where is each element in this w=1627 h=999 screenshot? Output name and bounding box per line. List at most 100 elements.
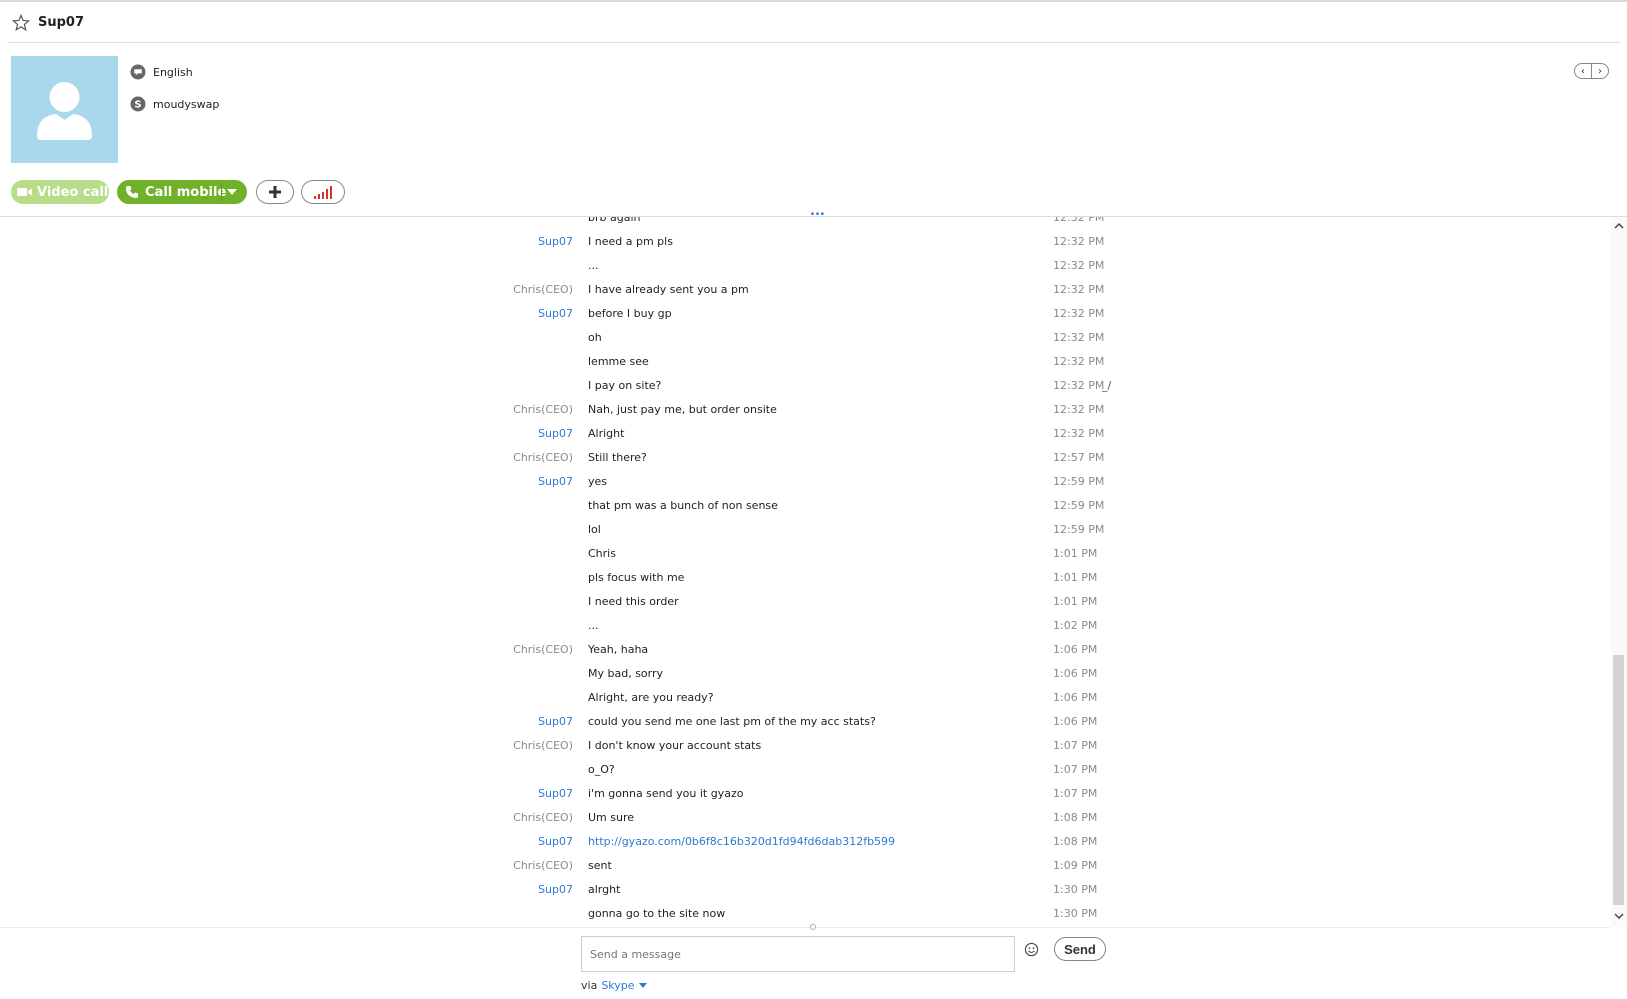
message-row: Chris 1:01 PM [0,545,1200,563]
via-network-link[interactable]: Skype [601,979,634,992]
message-sender[interactable]: Sup07 [538,473,573,491]
message-link[interactable]: http://gyazo.com/0b6f8c16b320d1fd94fd6da… [588,833,895,851]
message-timestamp: 1:08 PM [1053,811,1098,824]
message-row: Chris(CEO) Um sure 1:08 PM [0,809,1200,827]
message-text: I pay on site? [588,379,662,392]
message-timestamp: 12:59 PM [1053,499,1105,512]
message-sender[interactable]: Sup07 [538,881,573,899]
resize-handle[interactable] [810,924,816,930]
message-text: o_O? [588,763,615,776]
message-text: brb again [588,217,641,224]
message-sender[interactable]: Chris(CEO) [513,449,573,467]
message-text: Alright [588,427,625,440]
message-timestamp: 12:32 PM [1053,259,1105,272]
message-text: Alright, are you ready? [588,691,714,704]
skype-name-label: moudyswap [153,97,220,111]
video-camera-icon [17,188,32,196]
message-text: Still there? [588,451,647,464]
chevron-up-icon[interactable] [1613,220,1625,232]
header-divider [7,42,1620,43]
message-row: gonna go to the site now 1:30 PM [0,905,1200,923]
message-timestamp: 1:01 PM [1053,595,1098,608]
message-sender[interactable]: Chris(CEO) [513,857,573,875]
message-sender[interactable]: Chris(CEO) [513,401,573,419]
chevron-down-icon[interactable] [1613,910,1625,922]
message-text: pls focus with me [588,571,685,584]
svg-text:S: S [134,100,141,111]
message-text: I need a pm pls [588,235,673,248]
contact-name: Sup07 [38,15,85,30]
message-row: ... 12:32 PM [0,257,1200,275]
scrollbar-thumb[interactable] [1613,655,1624,905]
message-sender[interactable]: Chris(CEO) [513,641,573,659]
add-button[interactable] [256,180,294,204]
message-row: that pm was a bunch of non sense 12:59 PM [0,497,1200,515]
message-sender[interactable]: Chris(CEO) [513,737,573,755]
video-call-button[interactable]: Video call [11,180,109,204]
message-row: pls focus with me 1:01 PM [0,569,1200,587]
avatar[interactable] [11,56,118,163]
message-timestamp: 12:32 PM [1053,307,1105,320]
chevron-down-icon[interactable] [638,983,647,988]
next-button[interactable]: › [1592,63,1609,79]
message-row: Chris(CEO) Still there? 12:57 PM [0,449,1200,467]
message-row: brb again 12:32 PM [0,217,1200,227]
message-text: gonna go to the site now [588,907,726,920]
message-sender[interactable]: Sup07 [538,785,573,803]
message-row: I pay on site? 12:32 PM _/ [0,377,1200,395]
message-row: Sup07 Alright 12:32 PM [0,425,1200,443]
message-text: ... [588,259,599,272]
message-text: lol [588,523,601,536]
message-timestamp: 1:08 PM [1053,835,1098,848]
previous-button[interactable]: ‹ [1574,63,1592,79]
call-quality-button[interactable] [301,180,345,204]
send-button[interactable]: Send [1054,937,1106,961]
message-timestamp: 1:30 PM [1053,907,1098,920]
message-text: I need this order [588,595,679,608]
message-timestamp: 1:06 PM [1053,643,1098,656]
message-timestamp: 1:30 PM [1053,883,1098,896]
call-mobile-button[interactable]: Call mobile [117,180,247,204]
signal-strength-icon [314,185,332,199]
message-timestamp: 12:57 PM [1053,451,1105,464]
message-timestamp: 1:07 PM [1053,763,1098,776]
message-row: Chris(CEO) I don't know your account stat… [0,737,1200,755]
message-timestamp: 12:32 PM [1053,217,1105,224]
star-outline-icon[interactable] [12,14,30,32]
message-text: sent [588,859,612,872]
video-call-label: Video call [37,184,109,200]
message-text: alrght [588,883,621,896]
via-prefix: via [581,979,598,992]
message-text: Chris [588,547,616,560]
message-timestamp: 12:32 PM [1053,379,1105,392]
message-text: yes [588,475,608,488]
message-sender[interactable]: Sup07 [538,425,573,443]
message-timestamp: 12:32 PM [1053,331,1105,344]
message-timestamp: 1:09 PM [1053,859,1098,872]
message-row: Sup07 yes 12:59 PM [0,473,1200,491]
message-sender[interactable]: Sup07 [538,833,573,851]
message-timestamp: 1:07 PM [1053,787,1098,800]
chevron-down-icon[interactable] [227,189,237,195]
message-input[interactable] [581,936,1015,972]
message-text: I have already sent you a pm [588,283,749,296]
message-text: that pm was a bunch of non sense [588,499,778,512]
smiley-icon[interactable] [1024,942,1039,957]
message-sender[interactable]: Sup07 [538,305,573,323]
message-timestamp: 12:32 PM [1053,283,1105,296]
message-sender[interactable]: Chris(CEO) [513,809,573,827]
message-timestamp: 1:06 PM [1053,691,1098,704]
message-timestamp: 12:32 PM [1053,355,1105,368]
message-sender[interactable]: Sup07 [538,233,573,251]
message-text: Um sure [588,811,635,824]
message-row: lemme see 12:32 PM [0,353,1200,371]
message-text: ... [588,619,599,632]
message-row: Alright, are you ready? 1:06 PM [0,689,1200,707]
message-sender[interactable]: Sup07 [538,713,573,731]
default-avatar-icon [37,82,92,140]
language-label: English [153,65,193,79]
message-sender[interactable]: Chris(CEO) [513,281,573,299]
call-mobile-label: Call mobile [145,184,227,200]
message-row: Sup07 I need a pm pls 12:32 PM [0,233,1200,251]
message-row: ... 1:02 PM [0,617,1200,635]
